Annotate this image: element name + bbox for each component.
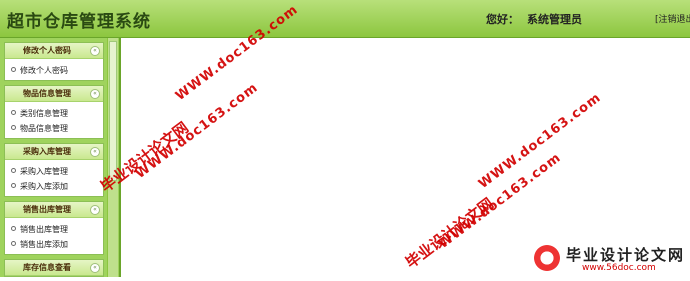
collapse-icon[interactable]: «: [90, 89, 100, 99]
app-title: 超市仓库管理系统: [7, 12, 151, 32]
menu-group-header[interactable]: 采购入库管理 «: [5, 144, 103, 160]
bullet-icon: [11, 226, 16, 231]
menu-group-title: 物品信息管理: [23, 89, 71, 98]
menu-group-header[interactable]: 修改个人密码 «: [5, 43, 103, 59]
menu-group-title: 采购入库管理: [23, 147, 71, 156]
bullet-icon: [11, 67, 16, 72]
sidebar-item-label: 修改个人密码: [20, 66, 68, 75]
sidebar-item-label: 类别信息管理: [20, 109, 68, 118]
menu-group-header[interactable]: 物品信息管理 «: [5, 86, 103, 102]
sidebar-item-change-password[interactable]: 修改个人密码: [5, 62, 103, 77]
sidebar-item-purchase-add[interactable]: 采购入库添加: [5, 178, 103, 193]
bullet-icon: [11, 125, 16, 130]
sidebar-item-purchase-manage[interactable]: 采购入库管理: [5, 163, 103, 178]
menu-group-title: 销售出库管理: [23, 205, 71, 214]
app-header: 超市仓库管理系统 您好： 系统管理员 [注销退出: [0, 0, 690, 38]
watermark-logo-text: 毕业设计论文网: [566, 246, 686, 264]
menu-group-purchase: 采购入库管理 « 采购入库管理 采购入库添加: [4, 143, 104, 197]
sidebar-item-label: 采购入库添加: [20, 182, 68, 191]
sidebar-item-sales-add[interactable]: 销售出库添加: [5, 236, 103, 251]
menu-group-title: 修改个人密码: [23, 46, 71, 55]
menu-group-sales: 销售出库管理 « 销售出库管理 销售出库添加: [4, 201, 104, 255]
collapse-icon[interactable]: «: [90, 46, 100, 56]
menu-group-password: 修改个人密码 « 修改个人密码: [4, 42, 104, 81]
logout-link[interactable]: [注销退出: [655, 12, 690, 25]
username-label: 系统管理员: [527, 13, 582, 26]
sidebar-menu: 修改个人密码 « 修改个人密码 物品信息管理 « 类别信息管理 物品信息管理 采…: [4, 42, 104, 281]
menu-group-header[interactable]: 库存信息查看 «: [5, 260, 103, 276]
collapse-icon[interactable]: «: [90, 147, 100, 157]
sidebar-item-label: 销售出库管理: [20, 225, 68, 234]
watermark-logo: 毕业设计论文网 www.56doc.com: [532, 243, 690, 277]
bullet-icon: [11, 183, 16, 188]
collapse-icon[interactable]: «: [90, 205, 100, 215]
menu-group-title: 库存信息查看: [23, 263, 71, 272]
bullet-icon: [11, 168, 16, 173]
watermark-logo-url: www.56doc.com: [582, 263, 656, 273]
logo-icon: [532, 243, 562, 273]
greeting-label: 您好：: [486, 13, 519, 26]
sidebar-item-sales-manage[interactable]: 销售出库管理: [5, 221, 103, 236]
sidebar-scrollbar[interactable]: [107, 38, 118, 277]
bullet-icon: [11, 241, 16, 246]
bullet-icon: [11, 110, 16, 115]
sidebar-item-label: 销售出库添加: [20, 240, 68, 249]
sidebar-item-label: 物品信息管理: [20, 124, 68, 133]
sidebar-item-goods[interactable]: 物品信息管理: [5, 120, 103, 135]
menu-group-stock: 库存信息查看 «: [4, 259, 104, 277]
sidebar-item-label: 采购入库管理: [20, 167, 68, 176]
menu-group-goods: 物品信息管理 « 类别信息管理 物品信息管理: [4, 85, 104, 139]
sidebar-item-category[interactable]: 类别信息管理: [5, 105, 103, 120]
collapse-icon[interactable]: «: [90, 263, 100, 273]
menu-group-header[interactable]: 销售出库管理 «: [5, 202, 103, 218]
sidebar: 修改个人密码 « 修改个人密码 物品信息管理 « 类别信息管理 物品信息管理 采…: [0, 38, 119, 277]
scrollbar-thumb[interactable]: [109, 41, 117, 181]
